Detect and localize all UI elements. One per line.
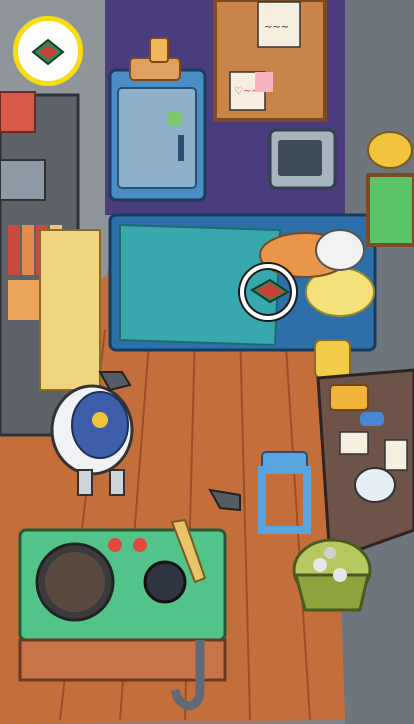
character-hair: [315, 229, 365, 271]
poster-top-text: ~~~: [264, 22, 289, 33]
shelf-red-box: [0, 91, 36, 133]
found-item-ring[interactable]: [240, 264, 296, 320]
wall-picture: [366, 173, 414, 247]
paper-scrap: [384, 439, 408, 471]
trash-bin: [292, 538, 372, 612]
game-console: [329, 384, 369, 411]
fridge-handle: [178, 135, 184, 161]
yellow-bag: [314, 339, 351, 379]
game-controller: [360, 412, 384, 426]
shelf-radio: [0, 159, 46, 201]
fridge-door: [117, 87, 197, 189]
target-item-badge[interactable]: [13, 16, 83, 86]
cabinet: [39, 229, 101, 391]
green-book-icon: [31, 38, 65, 66]
tv-screen: [278, 140, 322, 176]
desk-lamp: [367, 131, 413, 169]
pink-note: [255, 72, 273, 92]
room-scene: ~~~ ♡~~: [0, 0, 414, 724]
jar: [149, 37, 169, 63]
stove: [18, 518, 227, 682]
paper-note: [339, 431, 369, 455]
fridge-sticker: [168, 112, 182, 126]
white-bag: [354, 467, 396, 503]
